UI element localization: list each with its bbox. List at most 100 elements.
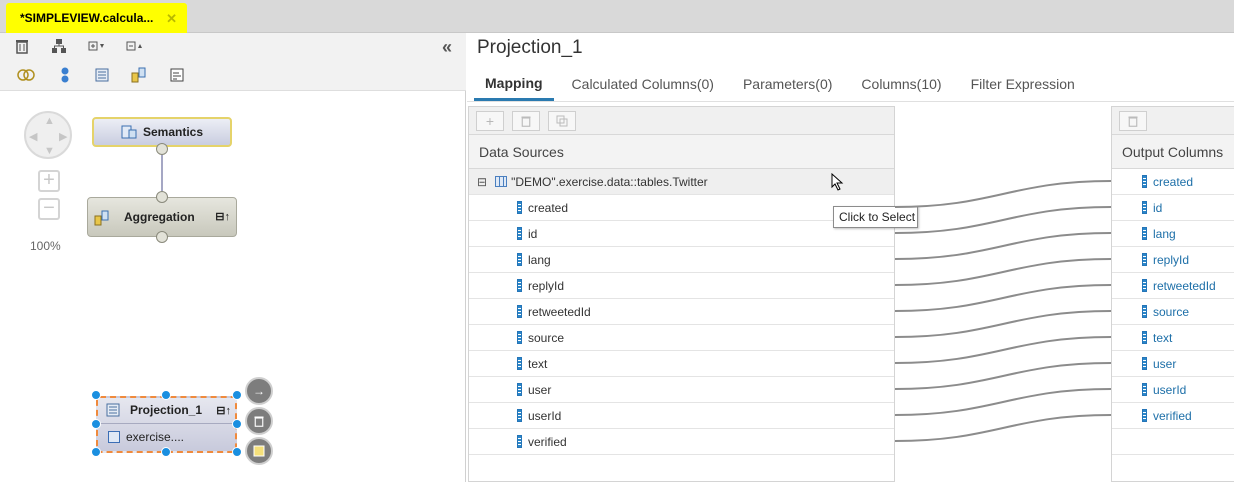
column-icon <box>1142 253 1147 266</box>
projection-node[interactable]: Projection_1 ⊟↑ exercise.... <box>96 396 237 453</box>
output-column-label: verified <box>1153 408 1192 423</box>
arrow-right-icon[interactable]: ▶ <box>59 130 67 143</box>
close-icon[interactable]: ✕ <box>166 11 177 27</box>
tab-filter-expression[interactable]: Filter Expression <box>960 67 1086 101</box>
output-columns-toolbar <box>1112 107 1234 135</box>
semantics-input-port[interactable] <box>156 143 168 155</box>
mapping-line[interactable] <box>894 414 1112 442</box>
selection-handle[interactable] <box>91 390 101 400</box>
projection-icon[interactable] <box>92 65 112 85</box>
delete-button[interactable] <box>512 111 540 131</box>
collapse-tree-icon[interactable]: ⊟ <box>477 175 487 189</box>
output-column-row[interactable]: created <box>1112 169 1234 195</box>
arrow-down-icon[interactable]: ▼ <box>44 145 55 157</box>
pan-navigator[interactable]: ▲ ▼ ◀ ▶ <box>24 111 72 159</box>
output-column-row[interactable]: id <box>1112 195 1234 221</box>
selection-handle[interactable] <box>91 447 101 457</box>
details-title: Projection_1 <box>477 37 583 58</box>
output-column-label: source <box>1153 304 1190 319</box>
copy-button[interactable] <box>548 111 576 131</box>
hierarchy-icon[interactable] <box>49 36 69 56</box>
aggregation-input-port[interactable] <box>156 231 168 243</box>
zoom-in-button[interactable]: + <box>38 170 60 192</box>
join-icon[interactable] <box>55 65 75 85</box>
mapping-line[interactable] <box>894 336 1112 364</box>
mapping-line[interactable] <box>894 258 1112 286</box>
data-source-column-row[interactable]: replyId <box>469 273 894 299</box>
data-source-table-row[interactable]: ⊟ "DEMO".exercise.data::tables.Twitter <box>469 169 894 195</box>
tooltip: Click to Select <box>833 206 918 228</box>
data-source-column-row[interactable]: retweetedId <box>469 299 894 325</box>
mapping-line[interactable] <box>894 310 1112 338</box>
mapping-line[interactable] <box>894 284 1112 312</box>
output-column-label: lang <box>1153 226 1176 241</box>
data-source-column-label: verified <box>528 434 567 449</box>
editor-tab-title: *SIMPLEVIEW.calcula... <box>20 11 154 25</box>
expand-all-icon[interactable] <box>87 36 107 56</box>
mapping-line[interactable] <box>894 232 1112 260</box>
connect-button[interactable]: → <box>245 377 273 405</box>
column-icon <box>517 305 522 318</box>
output-column-row[interactable]: verified <box>1112 403 1234 429</box>
delete-button[interactable] <box>1119 111 1147 131</box>
data-source-column-row[interactable]: text <box>469 351 894 377</box>
data-source-column-row[interactable]: lang <box>469 247 894 273</box>
output-column-row[interactable]: source <box>1112 299 1234 325</box>
selection-handle[interactable] <box>161 447 171 457</box>
output-column-list: created id lang replyId retweetedId source tex… <box>1112 169 1234 455</box>
collapse-panel-icon[interactable]: « <box>442 37 452 58</box>
output-column-label: retweetedId <box>1153 278 1216 293</box>
output-column-row[interactable]: replyId <box>1112 247 1234 273</box>
arrow-left-icon[interactable]: ◀ <box>29 130 37 143</box>
table-icon <box>495 176 508 187</box>
add-button[interactable]: + <box>476 111 504 131</box>
aggregation-icon[interactable] <box>129 65 149 85</box>
selection-handle[interactable] <box>232 390 242 400</box>
tab-mapping[interactable]: Mapping <box>474 67 554 101</box>
tab-calculated-columns[interactable]: Calculated Columns(0) <box>561 67 725 101</box>
collapse-all-icon[interactable] <box>125 36 145 56</box>
editor-tab-simpleview[interactable]: *SIMPLEVIEW.calcula... ✕ <box>6 3 187 33</box>
column-icon <box>517 409 522 422</box>
tab-parameters[interactable]: Parameters(0) <box>732 67 843 101</box>
output-column-row[interactable]: lang <box>1112 221 1234 247</box>
data-source-column-row[interactable]: userId <box>469 403 894 429</box>
zoom-level: 100% <box>30 239 61 253</box>
expand-collapse-icon[interactable]: ⊟↑ <box>215 210 230 223</box>
output-column-row[interactable]: retweetedId <box>1112 273 1234 299</box>
rank-icon[interactable] <box>167 65 187 85</box>
delete-node-button[interactable] <box>245 407 273 435</box>
output-column-label: userId <box>1153 382 1187 397</box>
mapping-line[interactable] <box>894 362 1112 390</box>
delete-icon[interactable] <box>12 36 32 56</box>
column-icon <box>517 253 522 266</box>
scenario-toolbar: « <box>0 33 466 91</box>
output-column-label: id <box>1153 200 1163 215</box>
selection-handle[interactable] <box>161 390 171 400</box>
data-source-column-row[interactable]: created <box>469 195 894 221</box>
mapping-line[interactable] <box>894 180 1112 208</box>
scenario-canvas[interactable]: ▲ ▼ ◀ ▶ + − 100% Semantics Aggregation ⊟… <box>4 93 466 482</box>
output-column-row[interactable]: userId <box>1112 377 1234 403</box>
arrow-up-icon[interactable]: ▲ <box>44 115 55 127</box>
output-column-row[interactable]: text <box>1112 325 1234 351</box>
mapping-line[interactable] <box>894 206 1112 234</box>
mapping-line[interactable] <box>894 388 1112 416</box>
expand-collapse-icon[interactable]: ⊟↑ <box>216 404 231 417</box>
union-icon[interactable] <box>16 65 36 85</box>
zoom-out-button[interactable]: − <box>38 198 60 220</box>
delete-icon <box>1128 116 1138 127</box>
data-source-column-row[interactable]: user <box>469 377 894 403</box>
data-source-column-label: retweetedId <box>528 304 591 319</box>
selection-handle[interactable] <box>232 419 242 429</box>
aggregation-output-port[interactable] <box>156 191 168 203</box>
data-source-column-label: text <box>528 356 548 371</box>
selection-handle[interactable] <box>91 419 101 429</box>
selection-handle[interactable] <box>232 447 242 457</box>
note-button[interactable] <box>245 437 273 465</box>
data-source-column-row[interactable]: source <box>469 325 894 351</box>
output-column-row[interactable]: user <box>1112 351 1234 377</box>
data-source-column-row[interactable]: verified <box>469 429 894 455</box>
data-source-column-row[interactable]: id <box>469 221 894 247</box>
tab-columns[interactable]: Columns(10) <box>850 67 952 101</box>
